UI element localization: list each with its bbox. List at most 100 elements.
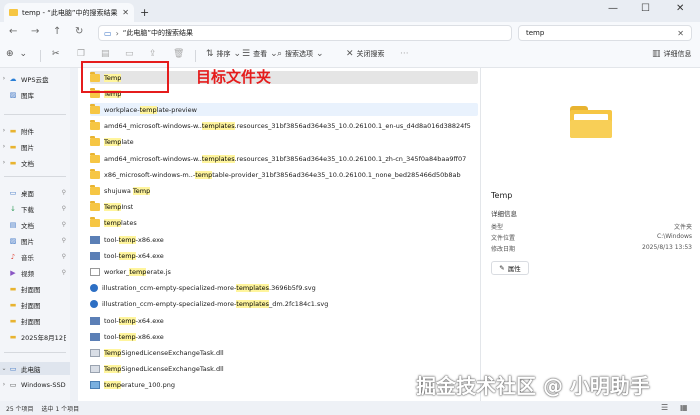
sidebar-item[interactable]: ▬ 封面图: [0, 282, 70, 295]
sidebar-item[interactable]: ▶ 视频 ⚲: [0, 266, 70, 279]
list-view-icon[interactable]: ☰: [661, 403, 668, 412]
minimize-button[interactable]: —: [608, 3, 618, 14]
chevron-icon[interactable]: ›: [0, 381, 8, 388]
file-row[interactable]: shujuwa Temp: [90, 184, 478, 197]
file-name: tool-temp-x86.exe: [104, 332, 164, 341]
close-icon: ✕: [346, 49, 354, 59]
chevron-icon[interactable]: ›: [0, 159, 8, 166]
file-row[interactable]: tool-temp-x86.exe: [90, 330, 478, 343]
file-row[interactable]: TempSignedLicenseExchangeTask.dll: [90, 346, 478, 359]
chevron-icon[interactable]: ›: [0, 143, 8, 150]
file-row[interactable]: amd64_microsoft-windows-w..templates.res…: [90, 120, 478, 133]
properties-button[interactable]: ✎ 属性: [491, 261, 529, 275]
tile-view-icon[interactable]: ▦: [680, 403, 688, 412]
sidebar-item-icon: ▬: [9, 300, 17, 309]
file-row[interactable]: illustration_ccm-empty-specialized-more-…: [90, 298, 478, 311]
js-icon: [90, 267, 100, 276]
sort-button[interactable]: ⇅ 排序 ⌄: [206, 49, 241, 59]
sidebar-item[interactable]: ⌄ ▭ 此电脑: [0, 362, 70, 375]
sidebar-item-icon: ▤: [9, 220, 17, 229]
sidebar-item[interactable]: ↓ 下载 ⚲: [0, 202, 70, 215]
pin-icon: ⚲: [61, 269, 66, 276]
file-row[interactable]: workplace-template-preview: [90, 103, 478, 117]
close-search-button[interactable]: ✕ 关闭搜索: [346, 49, 385, 59]
new-button[interactable]: ⊕ ⌄: [6, 49, 27, 59]
sidebar-item[interactable]: › ▬ 文档: [0, 156, 70, 169]
sidebar-item[interactable]: ▨ 图片 ⚲: [0, 234, 70, 247]
sidebar-item-label: 视频: [21, 269, 34, 278]
back-arrow-icon[interactable]: ←: [9, 26, 17, 37]
toolbar-divider: [40, 50, 41, 62]
sidebar-item[interactable]: ♪ 音乐 ⚲: [0, 250, 70, 263]
file-row[interactable]: Template: [90, 136, 478, 149]
sidebar-divider: [4, 176, 66, 177]
clear-search-icon[interactable]: ✕: [677, 29, 684, 38]
paste-button[interactable]: ▤: [101, 49, 110, 59]
view-icon: ☰: [242, 49, 251, 59]
file-row[interactable]: tool-temp-x64.exe: [90, 249, 478, 262]
sidebar-item[interactable]: ▬ 2025年8月12日: [0, 330, 70, 343]
file-row[interactable]: x86_microsoft-windows-m..-temptable-prov…: [90, 168, 478, 181]
search-input[interactable]: temp ✕: [518, 25, 692, 41]
maximize-button[interactable]: ☐: [641, 3, 650, 14]
search-value: temp: [526, 29, 545, 37]
file-row[interactable]: templates: [90, 217, 478, 230]
sidebar-item-label: 文档: [21, 159, 34, 168]
chevron-icon[interactable]: ›: [0, 75, 8, 82]
dll-icon: [90, 348, 100, 357]
file-row[interactable]: worker_temperate.js: [90, 265, 478, 278]
cut-button[interactable]: ✂: [52, 49, 60, 59]
rename-button[interactable]: ▭: [125, 49, 134, 59]
copy-button[interactable]: ❐: [77, 49, 85, 59]
sort-icon: ⇅: [206, 49, 214, 59]
tab-close-icon[interactable]: ✕: [122, 8, 129, 17]
address-bar[interactable]: ▭ › “此电脑”中的搜索结果: [98, 25, 512, 41]
details-button[interactable]: ▥ 详细信息: [652, 49, 692, 59]
sidebar-item[interactable]: ▤ 文档 ⚲: [0, 218, 70, 231]
folder-icon: [90, 120, 100, 131]
file-row[interactable]: TempInst: [90, 201, 478, 214]
sidebar-item-label: 桌面: [21, 189, 34, 198]
close-button[interactable]: ✕: [676, 3, 684, 14]
file-row[interactable]: illustration_ccm-empty-specialized-more-…: [90, 282, 478, 295]
more-icon: ···: [400, 49, 409, 59]
file-row[interactable]: tool-temp-x86.exe: [90, 233, 478, 246]
share-button[interactable]: ⇪: [149, 49, 157, 59]
svg-icon: [90, 300, 98, 309]
sidebar-item-icon: ☁: [9, 74, 17, 83]
sidebar-item-label: 2025年8月12日: [21, 333, 66, 342]
sidebar-item[interactable]: ▬ 封面图: [0, 298, 70, 311]
up-arrow-icon[interactable]: ↑: [53, 26, 61, 37]
search-options-button[interactable]: ⌕ 搜索选项 ⌄: [277, 49, 324, 59]
sidebar-divider: [4, 352, 66, 353]
explorer-tab[interactable]: temp - “此电脑”中的搜索结果 ✕: [4, 3, 134, 22]
forward-arrow-icon[interactable]: →: [31, 26, 39, 37]
delete-button[interactable]: 🗑: [173, 49, 184, 59]
pin-icon: ⚲: [61, 205, 66, 212]
chevron-icon[interactable]: ›: [0, 127, 8, 134]
chevron-icon[interactable]: ⌄: [0, 365, 8, 372]
pin-icon: ⚲: [61, 189, 66, 196]
sidebar-item[interactable]: ▬ 封面图: [0, 314, 70, 327]
view-button[interactable]: ☰ 查看 ⌄: [242, 49, 278, 59]
sidebar-item[interactable]: › ▬ 图片: [0, 140, 70, 153]
sidebar-item-icon: ▬: [9, 126, 17, 135]
sidebar-item-label: 图片: [21, 143, 34, 152]
navigation-pane: › ☁ WPS云盘 ▨ 图库 › ▬ 附件 › ▬ 图片 › ▬ 文档 ▭ 桌面 ⚲ ↓ 下载 ⚲ ▤ 文档 ⚲ ▨ 图片 ⚲ ♪ 音…: [0, 68, 70, 401]
address-segment[interactable]: “此电脑”中的搜索结果: [123, 28, 193, 38]
selection-count: 选中 1 个项目: [41, 405, 80, 413]
dll-icon: [90, 365, 100, 374]
sidebar-item[interactable]: ▭ 桌面 ⚲: [0, 186, 70, 199]
exe-icon: [90, 235, 100, 244]
sidebar-item[interactable]: › ▬ 附件: [0, 124, 70, 137]
sidebar-item[interactable]: ▨ 图库: [0, 88, 70, 101]
pin-icon: ⚲: [61, 253, 66, 260]
file-row[interactable]: tool-temp-x64.exe: [90, 314, 478, 327]
new-tab-button[interactable]: +: [140, 6, 149, 19]
sidebar-item[interactable]: › ☁ WPS云盘: [0, 72, 70, 85]
more-button[interactable]: ···: [400, 49, 409, 59]
refresh-icon[interactable]: ↻: [75, 26, 83, 37]
file-row[interactable]: amd64_microsoft-windows-w..templates.res…: [90, 152, 478, 165]
status-bar: 25 个项目 选中 1 个项目 ☰ ▦: [0, 401, 700, 415]
sidebar-item[interactable]: › ▭ Windows-SSD: [0, 378, 70, 391]
